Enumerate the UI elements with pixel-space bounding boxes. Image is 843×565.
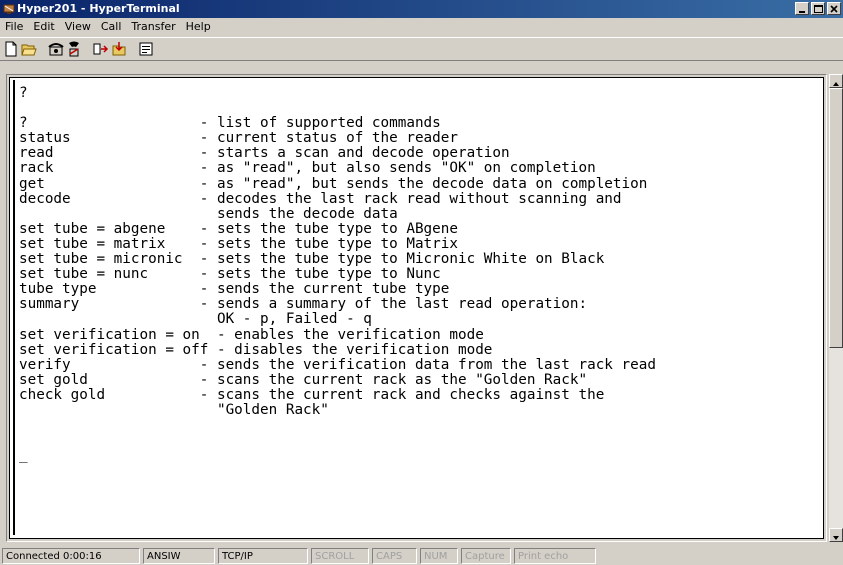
toolbar <box>0 37 843 61</box>
vertical-scrollbar[interactable] <box>829 74 843 542</box>
minimize-icon <box>799 11 805 13</box>
menu-call[interactable]: Call <box>96 18 127 36</box>
arrow-down-icon <box>833 536 839 540</box>
disconnect-icon[interactable] <box>66 41 82 57</box>
menu-edit[interactable]: Edit <box>28 18 59 36</box>
menu-help[interactable]: Help <box>181 18 216 36</box>
menu-bar: File Edit View Call Transfer Help <box>0 18 843 36</box>
status-scroll: SCROLL <box>311 548 369 564</box>
status-emulation: ANSIW <box>143 548 215 564</box>
properties-icon[interactable] <box>138 41 154 57</box>
scroll-up-button[interactable] <box>829 74 843 88</box>
phone-connect-icon[interactable] <box>48 41 64 57</box>
maximize-icon <box>814 5 823 13</box>
close-button[interactable] <box>827 2 841 15</box>
new-icon[interactable] <box>3 41 19 57</box>
scroll-thumb[interactable] <box>829 88 843 348</box>
status-print-echo: Print echo <box>514 548 596 564</box>
status-connected: Connected 0:00:16 <box>2 548 140 564</box>
menu-transfer[interactable]: Transfer <box>126 18 180 36</box>
open-icon[interactable] <box>21 41 37 57</box>
minimize-button[interactable] <box>795 2 809 15</box>
scroll-down-button[interactable] <box>829 528 843 542</box>
status-num: NUM <box>420 548 458 564</box>
terminal-screen: ? ? - list of supported commands status … <box>13 80 820 535</box>
receive-icon[interactable] <box>111 41 127 57</box>
title-bar: Hyper201 - HyperTerminal <box>0 0 843 18</box>
menu-view[interactable]: View <box>60 18 96 36</box>
terminal-output: ? ? - list of supported commands status … <box>19 85 656 464</box>
status-capture: Capture <box>461 548 511 564</box>
status-caps: CAPS <box>372 548 417 564</box>
window-controls <box>795 2 841 16</box>
status-bar: Connected 0:00:16 ANSIW TCP/IP SCROLL CA… <box>0 546 843 565</box>
menu-file[interactable]: File <box>0 18 28 36</box>
maximize-button[interactable] <box>811 2 825 15</box>
window-title: Hyper201 - HyperTerminal <box>17 2 180 15</box>
hyperterminal-icon <box>3 4 15 14</box>
terminal-window[interactable]: ? ? - list of supported commands status … <box>9 77 824 539</box>
status-connection: TCP/IP <box>218 548 308 564</box>
close-icon <box>830 5 838 13</box>
send-icon[interactable] <box>93 41 109 57</box>
